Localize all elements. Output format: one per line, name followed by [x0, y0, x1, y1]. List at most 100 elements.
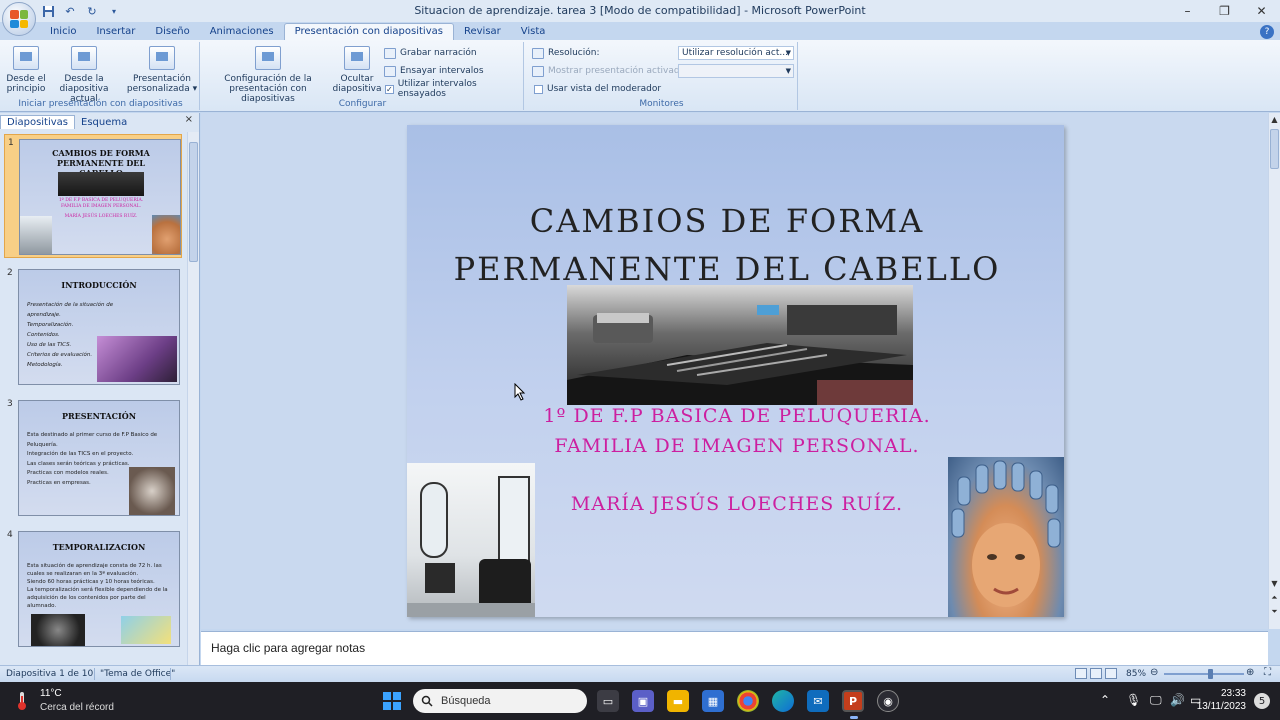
notification-badge[interactable]: 5 — [1254, 693, 1270, 709]
slide-thumbnail-3[interactable]: 3 PRESENTACIÓN Esta destinado al primer … — [4, 396, 182, 520]
use-timings-checkbox[interactable]: ✓ Utilizar intervalos ensayados — [385, 79, 523, 99]
slide-preview: INTRODUCCIÓN Presentación de la situació… — [18, 269, 180, 385]
network-icon[interactable]: 🖵 — [1150, 693, 1162, 708]
current-slide[interactable]: CAMBIOS DE FORMA PERMANENTE DEL CABELLO … — [407, 125, 1064, 617]
notes-placeholder[interactable]: Haga clic para agregar notas — [211, 641, 365, 655]
scroll-down-icon[interactable]: ▼ — [1269, 579, 1280, 588]
zoom-in-icon[interactable]: ⊕ — [1246, 667, 1254, 678]
next-slide-icon[interactable]: ⏷ — [1269, 607, 1280, 617]
maximize-button[interactable]: ❐ — [1206, 0, 1243, 22]
microphone-icon[interactable]: 🎙 — [1126, 693, 1141, 707]
hide-slide-button[interactable]: Ocultar diapositiva — [332, 46, 382, 94]
zoom-slider-knob[interactable] — [1208, 669, 1214, 679]
teams-chat-icon[interactable]: ▣ — [632, 690, 654, 712]
setup-show-button[interactable]: Configuración de la presentación con dia… — [206, 46, 330, 104]
slide-thumbnails: 1 CAMBIOS DE FORMA PERMANENTE DEL CABELL… — [0, 132, 186, 665]
microphone-icon — [384, 47, 396, 59]
volume-icon[interactable]: 🔊 — [1170, 693, 1185, 707]
tray-overflow-icon[interactable]: ⌃ — [1100, 693, 1110, 707]
pane-scrollbar[interactable] — [187, 132, 199, 665]
zoom-slider[interactable] — [1164, 673, 1244, 675]
tab-animaciones[interactable]: Animaciones — [200, 24, 284, 40]
presenter-view-checkbox[interactable]: Usar vista del moderador — [534, 82, 661, 96]
record-narration-button[interactable]: Grabar narración — [384, 46, 477, 60]
salon-drawing — [407, 476, 535, 617]
tab-outline[interactable]: Esquema — [75, 116, 133, 129]
powerpoint-icon[interactable]: P — [842, 690, 864, 712]
close-button[interactable]: ✕ — [1243, 0, 1280, 22]
taskbar-search[interactable]: Búsqueda — [413, 689, 587, 713]
slide-sorter-view-icon[interactable] — [1090, 668, 1102, 679]
previous-slide-icon[interactable]: ⏶ — [1269, 593, 1280, 603]
slide-number: 3 — [7, 399, 13, 409]
slide-scroll-thumb[interactable] — [1270, 129, 1279, 169]
tab-revisar[interactable]: Revisar — [454, 24, 511, 40]
pane-scroll-thumb[interactable] — [189, 142, 198, 262]
rehearse-timings-button[interactable]: Ensayar intervalos — [384, 64, 484, 78]
slide-title-line1: CAMBIOS DE FORMA — [529, 202, 925, 240]
slide-thumbnail-4[interactable]: 4 TEMPORALIZACION Esta situación de apre… — [4, 527, 182, 651]
close-pane-icon[interactable]: × — [185, 114, 193, 125]
thermometer-icon[interactable] — [14, 691, 30, 711]
from-current-button[interactable]: Desde la diapositiva actual — [48, 46, 120, 104]
tab-slides[interactable]: Diapositivas — [0, 115, 76, 129]
slide-thumbnail-2[interactable]: 2 INTRODUCCIÓN Presentación de la situac… — [4, 265, 182, 389]
task-view-icon[interactable]: ▭ — [597, 690, 619, 712]
help-icon[interactable]: ? — [1260, 25, 1274, 39]
slide-author[interactable]: MARÍA JESÚS LOECHES RUÍZ. — [507, 489, 967, 519]
slide-subtitle[interactable]: 1º DE F.P BASICA DE PELUQUERIA. FAMILIA … — [507, 401, 967, 461]
resolution-select[interactable]: Utilizar resolución act... ▼ — [678, 46, 794, 60]
slide-number: 1 — [8, 138, 14, 148]
rehearse-timings-label: Ensayar intervalos — [400, 66, 484, 76]
from-beginning-label: Desde el principio — [6, 74, 46, 94]
tools-image — [58, 172, 144, 196]
perm-model-image[interactable] — [948, 457, 1064, 617]
edge-icon[interactable] — [772, 690, 794, 712]
notes-pane[interactable]: Haga clic para agregar notas — [201, 631, 1268, 665]
group-iniciar-label: Iniciar presentación con diapositivas — [18, 99, 183, 109]
custom-show-button[interactable]: Presentación personalizada ▾ — [126, 46, 198, 94]
scroll-up-icon[interactable]: ▲ — [1269, 115, 1280, 124]
weather-description[interactable]: Cerca del récord — [40, 702, 114, 713]
show-on-select[interactable]: ▼ — [678, 64, 794, 78]
hide-slide-label: Ocultar diapositiva — [332, 74, 382, 94]
salon-image[interactable] — [407, 463, 535, 617]
slide-title[interactable]: CAMBIOS DE FORMA PERMANENTE DEL CABELLO — [447, 197, 1007, 293]
slideshow-view-icon[interactable] — [1105, 668, 1117, 679]
status-divider — [94, 668, 95, 680]
store-icon[interactable]: ▦ — [702, 690, 724, 712]
normal-view-icon[interactable] — [1075, 668, 1087, 679]
office-button[interactable] — [2, 2, 36, 36]
start-button-icon[interactable] — [383, 692, 401, 710]
chrome-icon[interactable] — [737, 690, 759, 712]
from-beginning-button[interactable]: Desde el principio — [6, 46, 46, 94]
file-explorer-icon[interactable]: ▬ — [667, 690, 689, 712]
resolution-row: Resolución: — [532, 46, 599, 60]
tab-presentacion[interactable]: Presentación con diapositivas — [283, 23, 454, 40]
system-clock[interactable]: 23:33 13/11/2023 — [1197, 687, 1246, 713]
tab-inicio[interactable]: Inicio — [40, 24, 86, 40]
obs-icon[interactable]: ◉ — [877, 690, 899, 712]
tab-vista[interactable]: Vista — [511, 24, 556, 40]
group-configurar-label: Configurar — [338, 99, 387, 109]
zoom-out-icon[interactable]: ⊖ — [1150, 667, 1158, 678]
mail-icon[interactable]: ✉ — [807, 690, 829, 712]
weather-temperature[interactable]: 11°C — [40, 688, 62, 699]
use-timings-check[interactable]: ✓ — [385, 84, 394, 94]
tab-insertar[interactable]: Insertar — [86, 24, 145, 40]
ribbon-tabs: Inicio Insertar Diseño Animaciones Prese… — [40, 22, 555, 40]
thumb-bullet: Temporalización. — [27, 322, 74, 328]
minimize-button[interactable]: – — [1169, 0, 1206, 22]
slide-preview: TEMPORALIZACION Esta situación de aprend… — [18, 531, 180, 647]
presenter-view-check[interactable] — [534, 84, 543, 94]
title-bar: ↶ ↻ ▾ Situacion de aprendizaje. tarea 3 … — [0, 0, 1280, 22]
slide-thumbnail-1[interactable]: 1 CAMBIOS DE FORMA PERMANENTE DEL CABELL… — [4, 134, 182, 258]
fit-to-window-icon[interactable]: ⛶ — [1264, 667, 1271, 678]
clock-date: 13/11/2023 — [1196, 701, 1246, 712]
zoom-level[interactable]: 85% — [1126, 669, 1146, 679]
slide-scrollbar[interactable]: ▲ ▼ ⏶ ⏷ — [1268, 113, 1280, 629]
tab-diseno[interactable]: Diseño — [145, 24, 199, 40]
slide-subtitle-line1: 1º DE F.P BASICA DE PELUQUERIA. — [543, 405, 931, 427]
group-monitores-label: Monitores — [639, 99, 684, 109]
tools-tray-image[interactable] — [567, 285, 913, 405]
